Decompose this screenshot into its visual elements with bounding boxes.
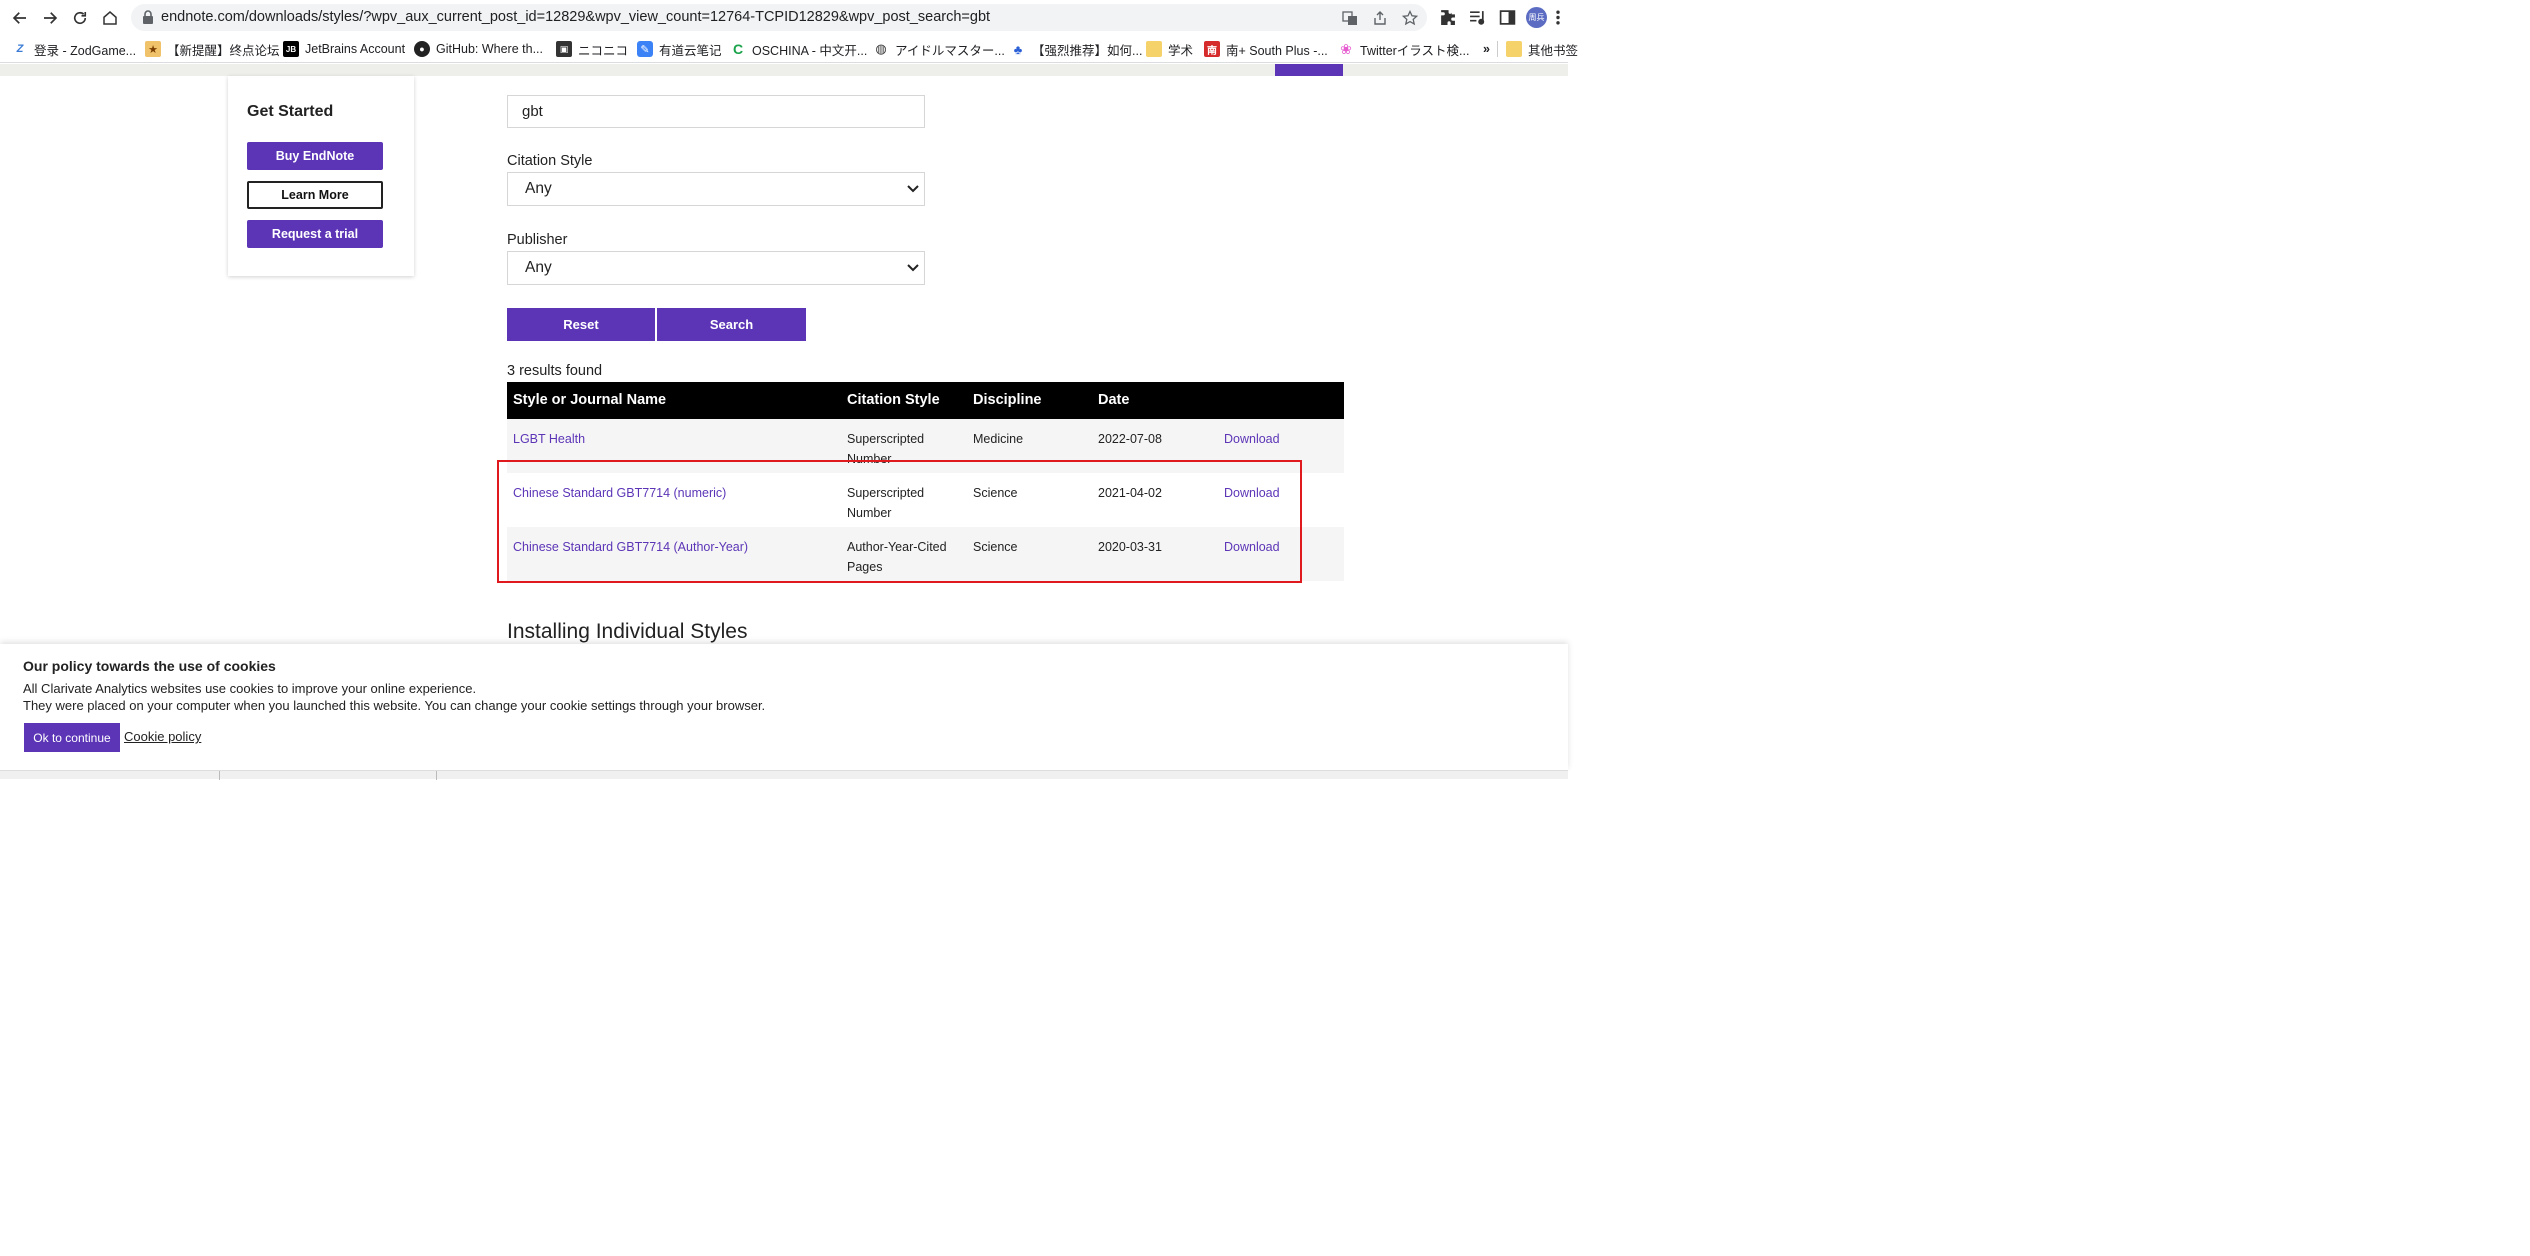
style-name-link[interactable]: Chinese Standard GBT7714 (Author-Year) <box>513 537 748 557</box>
chevron-down-icon <box>907 185 919 193</box>
cookie-text-line-2: They were placed on your computer when y… <box>23 698 766 713</box>
footer-divider <box>219 771 220 780</box>
extensions-icon[interactable] <box>1437 7 1457 27</box>
twitter-search-icon: ❀ <box>1340 40 1352 57</box>
url-text: endnote.com/downloads/styles/?wpv_aux_cu… <box>161 9 991 25</box>
table-row: Chinese Standard GBT7714 (numeric) Super… <box>507 473 1344 527</box>
download-link[interactable]: Download <box>1224 429 1280 449</box>
forum-icon: ★ <box>145 41 161 57</box>
column-header-name: Style or Journal Name <box>513 392 667 408</box>
bookmark-niconico[interactable]: ▣ ニコニコ <box>556 39 628 59</box>
learn-more-button[interactable]: Learn More <box>247 181 383 209</box>
results-count: 3 results found <box>507 363 603 379</box>
globe-icon: ◍ <box>875 41 887 56</box>
table-row: Chinese Standard GBT7714 (Author-Year) A… <box>507 527 1344 581</box>
southplus-icon: 南 <box>1204 41 1220 57</box>
request-trial-button[interactable]: Request a trial <box>247 220 383 248</box>
bookmark-jetbrains[interactable]: JB JetBrains Account <box>283 39 405 59</box>
bookmark-twitter-search[interactable]: ❀ Twitterイラスト検... <box>1338 39 1469 59</box>
bookmarks-overflow-button[interactable]: » <box>1483 39 1490 59</box>
citation-style-cell: Superscripted Number <box>847 432 925 466</box>
folder-icon <box>1146 41 1162 57</box>
get-started-panel: Get Started Buy EndNote Learn More Reque… <box>228 76 414 276</box>
reset-button[interactable]: Reset <box>507 308 655 341</box>
home-icon[interactable] <box>98 6 122 30</box>
github-icon: ● <box>414 41 430 57</box>
column-header-citation-style: Citation Style <box>847 392 940 408</box>
discipline-cell: Medicine <box>973 432 1024 446</box>
search-input[interactable]: gbt <box>507 95 925 128</box>
profile-avatar[interactable]: 周兵 <box>1526 7 1547 28</box>
column-header-date: Date <box>1098 392 1130 408</box>
menu-icon[interactable] <box>1552 7 1564 27</box>
zodgame-icon: Z <box>16 43 24 55</box>
citation-style-cell: Superscripted Number <box>847 486 925 520</box>
forward-icon[interactable] <box>38 6 62 30</box>
reload-icon[interactable] <box>68 6 92 30</box>
discipline-cell: Science <box>973 486 1018 500</box>
date-cell: 2021-04-02 <box>1098 486 1162 500</box>
bookmark-oschina[interactable]: C OSCHINA - 中文开... <box>730 39 867 59</box>
bookmark-idolmaster[interactable]: ◍ アイドルマスター... <box>873 39 1004 59</box>
side-panel-icon[interactable] <box>1497 7 1517 27</box>
jetbrains-icon: JB <box>283 41 299 57</box>
citation-style-select[interactable]: Any <box>507 172 925 206</box>
cookie-banner: Our policy towards the use of cookies Al… <box>0 644 1568 770</box>
citation-style-cell: Author-Year-Cited Pages <box>847 540 947 574</box>
share-icon[interactable] <box>1371 9 1389 27</box>
other-bookmarks[interactable]: 其他书签 <box>1497 39 1578 59</box>
table-header: Style or Journal Name Citation Style Dis… <box>507 382 1344 419</box>
folder-icon <box>1506 41 1522 57</box>
bookmark-southplus[interactable]: 南 南+ South Plus -... <box>1204 39 1328 59</box>
address-bar[interactable]: endnote.com/downloads/styles/?wpv_aux_cu… <box>131 4 1427 31</box>
publisher-value: Any <box>525 259 552 276</box>
style-name-link[interactable]: LGBT Health <box>513 429 585 449</box>
date-cell: 2022-07-08 <box>1098 432 1162 446</box>
bookmark-github[interactable]: ● GitHub: Where th... <box>414 39 543 59</box>
bookmark-folder-academic[interactable]: 学术 <box>1146 39 1193 59</box>
style-name-link[interactable]: Chinese Standard GBT7714 (numeric) <box>513 483 726 503</box>
download-link[interactable]: Download <box>1224 483 1280 503</box>
bookmark-star-icon[interactable] <box>1401 9 1419 27</box>
bookmark-zodgame[interactable]: Z 登录 - ZodGame... <box>12 39 136 59</box>
table-row: LGBT Health Superscripted Number Medicin… <box>507 419 1344 473</box>
lock-icon <box>143 10 153 24</box>
baidu-icon: ♣ <box>1013 41 1023 57</box>
publisher-label: Publisher <box>507 232 568 248</box>
youdao-icon: ✎ <box>637 41 653 57</box>
back-icon[interactable] <box>8 6 32 30</box>
column-header-discipline: Discipline <box>973 392 1042 408</box>
bookmark-forum[interactable]: ★ 【新提醒】终点论坛 <box>145 39 280 59</box>
citation-style-label: Citation Style <box>507 153 593 169</box>
discipline-cell: Science <box>973 540 1018 554</box>
date-cell: 2020-03-31 <box>1098 540 1162 554</box>
chevron-down-icon <box>907 264 919 272</box>
citation-style-value: Any <box>525 180 552 197</box>
translate-icon[interactable] <box>1341 9 1359 27</box>
download-link[interactable]: Download <box>1224 537 1280 557</box>
bookmark-youdao[interactable]: ✎ 有道云笔记 <box>637 39 722 59</box>
bottom-footer-strip <box>0 770 1568 780</box>
browser-toolbar: endnote.com/downloads/styles/?wpv_aux_cu… <box>0 0 1568 35</box>
buy-endnote-button[interactable]: Buy EndNote <box>247 142 383 170</box>
ok-to-continue-button[interactable]: Ok to continue <box>24 723 120 752</box>
section-heading-installing: Installing Individual Styles <box>507 620 748 643</box>
oschina-icon: C <box>732 41 744 57</box>
header-accent-tab[interactable] <box>1275 64 1343 76</box>
media-control-icon[interactable] <box>1467 7 1487 27</box>
publisher-select[interactable]: Any <box>507 251 925 285</box>
cookie-text-line-1: All Clarivate Analytics websites use coo… <box>23 681 477 696</box>
bookmarks-bar: Z 登录 - ZodGame... ★ 【新提醒】终点论坛 JB JetBrai… <box>0 35 1578 63</box>
cookie-policy-link[interactable]: Cookie policy <box>124 729 201 744</box>
get-started-title: Get Started <box>247 103 334 120</box>
footer-divider <box>436 771 437 780</box>
cookie-title: Our policy towards the use of cookies <box>23 658 276 674</box>
search-button[interactable]: Search <box>657 308 806 341</box>
bookmark-recommend[interactable]: ♣ 【强烈推荐】如何... <box>1010 39 1143 59</box>
niconico-icon: ▣ <box>556 41 572 57</box>
results-table: Style or Journal Name Citation Style Dis… <box>507 382 1344 581</box>
